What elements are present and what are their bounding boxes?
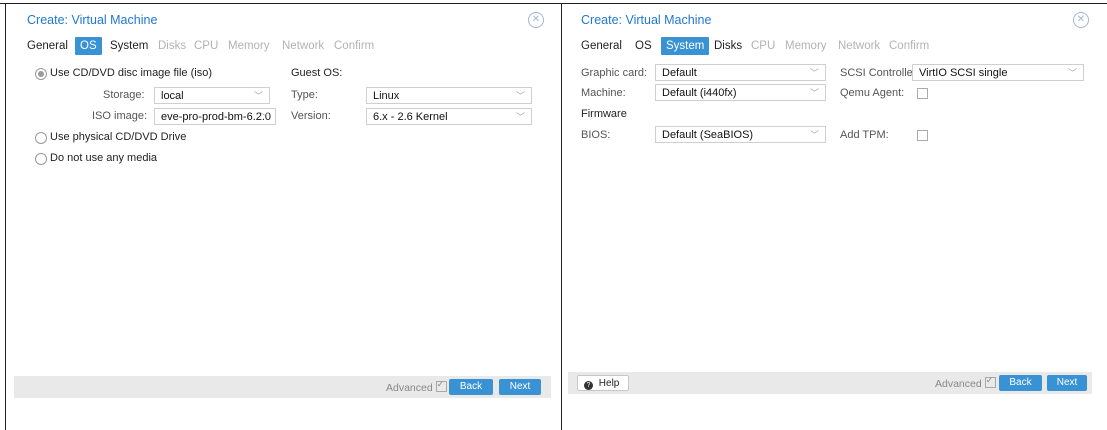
scsi-controller-value: VirtIO SCSI single bbox=[919, 67, 1008, 79]
radio-iso-image[interactable] bbox=[35, 68, 47, 80]
next-button[interactable]: Next bbox=[499, 379, 541, 395]
advanced-toggle[interactable]: Advanced bbox=[386, 379, 447, 394]
tab-os[interactable]: OS bbox=[630, 37, 657, 55]
guest-os-heading: Guest OS: bbox=[291, 67, 343, 79]
version-label: Version: bbox=[291, 110, 331, 122]
radio-no-media-label: Do not use any media bbox=[50, 152, 158, 164]
tab-network: Network bbox=[282, 40, 325, 52]
chevron-down-icon: ﹀ bbox=[253, 91, 263, 101]
checkbox-icon[interactable] bbox=[435, 379, 447, 392]
machine-value: Default (i440fx) bbox=[662, 87, 737, 99]
graphic-card-select[interactable]: Default ﹀ bbox=[655, 64, 826, 81]
os-version-select[interactable]: 6.x - 2.6 Kernel ﹀ bbox=[366, 108, 532, 125]
dialog-footer: ? Help Advanced Back Next bbox=[568, 372, 1092, 394]
tab-confirm: Confirm bbox=[334, 40, 375, 52]
chevron-down-icon: ﹀ bbox=[515, 112, 525, 122]
question-circle-icon: ? bbox=[584, 381, 593, 390]
tab-disks: Disks bbox=[158, 40, 187, 52]
tab-os[interactable]: OS bbox=[75, 37, 102, 55]
machine-label: Machine: bbox=[581, 87, 626, 99]
dialog-title: Create: Virtual Machine bbox=[27, 13, 158, 27]
add-tpm-checkbox[interactable] bbox=[917, 130, 928, 141]
advanced-label: Advanced bbox=[386, 382, 433, 394]
scsi-controller-select[interactable]: VirtIO SCSI single ﹀ bbox=[912, 64, 1084, 81]
os-type-select[interactable]: Linux ﹀ bbox=[366, 87, 532, 104]
firmware-heading: Firmware bbox=[581, 108, 627, 120]
radio-physical-drive[interactable] bbox=[35, 132, 47, 144]
add-tpm-label: Add TPM: bbox=[840, 129, 889, 141]
iso-image-label: ISO image: bbox=[92, 110, 148, 122]
tab-memory: Memory bbox=[785, 40, 827, 52]
chevron-down-icon: ﹀ bbox=[1067, 68, 1077, 78]
help-button[interactable]: ? Help bbox=[577, 375, 629, 391]
storage-label: Storage: bbox=[103, 89, 145, 101]
tab-system[interactable]: System bbox=[105, 37, 153, 55]
bios-value: Default (SeaBIOS) bbox=[662, 129, 754, 141]
machine-select[interactable]: Default (i440fx) ﹀ bbox=[655, 84, 826, 101]
back-button[interactable]: Back bbox=[449, 379, 493, 395]
close-icon[interactable]: ✕ bbox=[1073, 12, 1089, 28]
create-vm-dialog-system: Create: Virtual Machine ✕ General OS Sys… bbox=[568, 6, 1092, 398]
type-label: Type: bbox=[291, 89, 318, 101]
tab-network: Network bbox=[838, 40, 881, 52]
screenshot-top-border bbox=[0, 3, 1107, 4]
storage-select[interactable]: local ﹀ bbox=[154, 87, 270, 104]
radio-no-media[interactable] bbox=[35, 153, 47, 165]
chevron-down-icon: ﹀ bbox=[259, 112, 269, 122]
screenshot-divider bbox=[561, 3, 562, 430]
help-label: Help bbox=[598, 378, 620, 389]
radio-iso-label: Use CD/DVD disc image file (iso) bbox=[50, 67, 212, 79]
chevron-down-icon: ﹀ bbox=[809, 68, 819, 78]
chevron-down-icon: ﹀ bbox=[515, 91, 525, 101]
qemu-agent-checkbox[interactable] bbox=[917, 88, 928, 99]
tab-general[interactable]: General bbox=[576, 37, 627, 55]
close-icon[interactable]: ✕ bbox=[528, 12, 544, 28]
tab-system[interactable]: System bbox=[661, 37, 710, 55]
storage-value: local bbox=[161, 90, 184, 102]
chevron-down-icon: ﹀ bbox=[809, 130, 819, 140]
checkbox-icon[interactable] bbox=[984, 375, 996, 388]
bios-select[interactable]: Default (SeaBIOS) ﹀ bbox=[655, 126, 826, 143]
graphic-card-label: Graphic card: bbox=[581, 67, 648, 79]
advanced-label: Advanced bbox=[935, 378, 982, 390]
tab-memory: Memory bbox=[228, 40, 270, 52]
tab-confirm: Confirm bbox=[889, 40, 930, 52]
dialog-title: Create: Virtual Machine bbox=[581, 13, 712, 27]
bios-label: BIOS: bbox=[581, 129, 611, 141]
radio-physical-label: Use physical CD/DVD Drive bbox=[50, 131, 187, 143]
next-button[interactable]: Next bbox=[1047, 375, 1087, 391]
back-button[interactable]: Back bbox=[999, 375, 1042, 391]
os-version-value: 6.x - 2.6 Kernel bbox=[373, 111, 448, 123]
create-vm-dialog-os: Create: Virtual Machine ✕ General OS Sys… bbox=[14, 6, 551, 398]
os-type-value: Linux bbox=[373, 90, 400, 102]
advanced-toggle[interactable]: Advanced bbox=[935, 375, 996, 390]
iso-image-select[interactable]: eve-pro-prod-bm-6.2.0 ﹀ bbox=[154, 108, 276, 125]
screenshot-left-border bbox=[5, 3, 6, 430]
dialog-titlebar: Create: Virtual Machine ✕ bbox=[14, 6, 551, 32]
tab-general[interactable]: General bbox=[22, 37, 73, 55]
qemu-agent-label: Qemu Agent: bbox=[840, 87, 905, 99]
iso-image-value: eve-pro-prod-bm-6.2.0 bbox=[161, 111, 272, 123]
graphic-card-value: Default bbox=[662, 67, 697, 79]
chevron-down-icon: ﹀ bbox=[809, 88, 819, 98]
tab-cpu: CPU bbox=[194, 40, 219, 52]
dialog-footer: Advanced Back Next bbox=[14, 376, 551, 398]
tab-cpu: CPU bbox=[751, 40, 776, 52]
tab-disks[interactable]: Disks bbox=[709, 37, 747, 55]
dialog-titlebar: Create: Virtual Machine ✕ bbox=[568, 6, 1092, 32]
scsi-controller-label: SCSI Controller: bbox=[840, 67, 920, 79]
